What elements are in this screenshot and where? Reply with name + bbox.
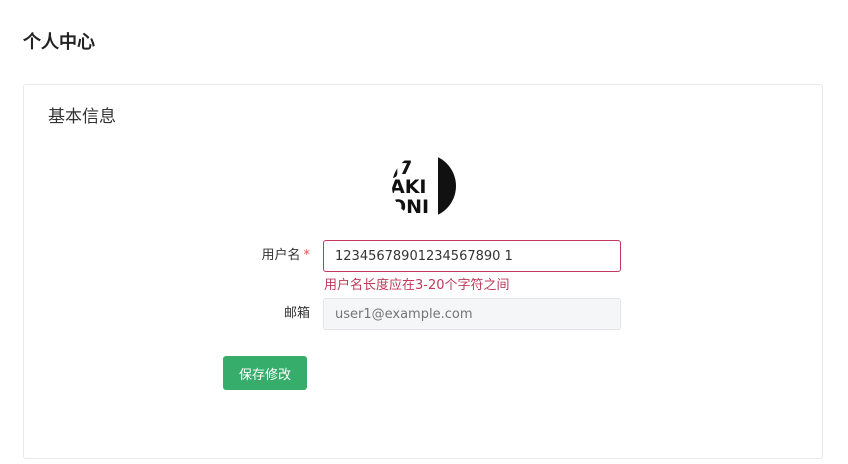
username-label-text: 用户名 [261, 248, 301, 263]
required-mark: * [303, 248, 311, 263]
username-input[interactable] [323, 240, 621, 272]
basic-info-card: 基本信息 J7 AKI ONI 用户名* 用户名长度应在3-20个字符之间 邮箱… [23, 84, 823, 459]
page-title: 个人中心 [23, 32, 95, 53]
avatar[interactable]: J7 AKI ONI [390, 152, 458, 220]
avatar-logo-icon: J7 AKI ONI [390, 156, 456, 218]
save-button[interactable]: 保存修改 [223, 356, 307, 390]
email-field[interactable] [323, 298, 621, 330]
card-title: 基本信息 [48, 107, 116, 127]
avatar-line-2: AKI [390, 176, 427, 198]
username-error-message: 用户名长度应在3-20个字符之间 [324, 278, 510, 293]
avatar-line-3: ONI [390, 196, 429, 218]
email-label: 邮箱 [283, 306, 310, 321]
username-label: 用户名 * [190, 246, 310, 266]
